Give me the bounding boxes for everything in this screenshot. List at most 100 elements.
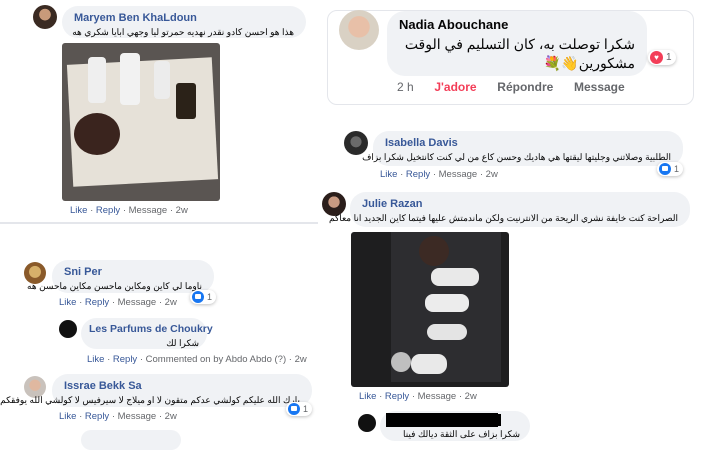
like-link[interactable]: Like bbox=[380, 169, 397, 180]
reaction-number: 1 bbox=[207, 292, 213, 302]
reaction-number: 1 bbox=[674, 164, 680, 174]
avatar[interactable] bbox=[339, 10, 379, 50]
comment-photo[interactable] bbox=[62, 43, 220, 201]
comment-actions: Like · Reply · Message · 2w bbox=[59, 297, 177, 308]
comment-text: الصراحة كنت خايفة نشري الريحة من الانترن… bbox=[328, 213, 678, 223]
message-link[interactable]: Message bbox=[574, 80, 625, 94]
separator: · bbox=[79, 411, 83, 422]
comment-time[interactable]: 2w bbox=[295, 354, 307, 365]
heart-icon: ♥ bbox=[650, 51, 663, 64]
reaction-number: 1 bbox=[303, 404, 309, 414]
photo-bottle bbox=[88, 57, 106, 103]
comment-actions: Like · Reply · Message · 2w bbox=[359, 391, 477, 402]
comment-actions: Like · Reply · Message · 2w bbox=[70, 205, 188, 216]
photo-jar bbox=[74, 113, 120, 155]
comment-time[interactable]: 2w bbox=[176, 205, 188, 216]
reply-link[interactable]: Reply bbox=[113, 354, 137, 365]
like-icon bbox=[659, 163, 671, 175]
reaction-count[interactable]: ♥ 1 bbox=[648, 50, 676, 65]
separator: · bbox=[458, 391, 463, 402]
comment-time[interactable]: 2w bbox=[165, 297, 177, 308]
separator: · bbox=[432, 169, 436, 180]
separator: · bbox=[79, 297, 83, 308]
comment-text: شكرا بزاف على الثقة ديالك فينا bbox=[402, 429, 520, 439]
comment-bubble-partial bbox=[81, 430, 181, 450]
reaction-count[interactable]: 1 bbox=[657, 162, 684, 176]
separator: · bbox=[288, 354, 292, 365]
comment-actions: Like · Reply · Commented on by Abdo Abdo… bbox=[87, 354, 307, 365]
message-link[interactable]: Message bbox=[118, 297, 157, 308]
reply-link[interactable]: Reply bbox=[385, 391, 409, 402]
separator: · bbox=[158, 297, 163, 308]
photo-cap bbox=[419, 236, 449, 266]
photo-bottle bbox=[120, 53, 140, 105]
comment-bubble: Maryem Ben KhaLdoun هذا هو احسن كادو نقد… bbox=[62, 6, 306, 38]
commenter-name[interactable]: Nadia Abouchane bbox=[399, 17, 635, 32]
reaction-count[interactable]: 1 bbox=[190, 290, 217, 304]
message-link[interactable]: Message bbox=[439, 169, 478, 180]
comment-bubble: شكرا بزاف على الثقة ديالك فينا bbox=[380, 411, 530, 441]
reply-link[interactable]: Reply bbox=[85, 411, 109, 422]
comment-text: ناوما لي كاين ومكاين ماحسن مكاين ماحسن ه… bbox=[27, 281, 202, 291]
separator: · bbox=[479, 169, 484, 180]
avatar[interactable] bbox=[358, 414, 376, 432]
commenter-name[interactable]: Isabella Davis bbox=[385, 137, 671, 149]
separator: · bbox=[411, 391, 415, 402]
commenter-name[interactable]: Julie Razan bbox=[362, 198, 678, 210]
message-link[interactable]: Message bbox=[118, 411, 157, 422]
separator: · bbox=[169, 205, 174, 216]
message-link[interactable]: Message bbox=[418, 391, 457, 402]
reaction-count[interactable]: 1 bbox=[286, 402, 313, 416]
comment-time[interactable]: 2w bbox=[486, 169, 498, 180]
comment-bubble: Julie Razan الصراحة كنت خايفة نشري الريح… bbox=[328, 192, 690, 227]
like-link[interactable]: Like bbox=[59, 297, 76, 308]
comment-actions: 2 h J'adore Répondre Message bbox=[397, 80, 625, 94]
separator: · bbox=[111, 411, 115, 422]
reaction-number: 1 bbox=[666, 52, 672, 63]
comment-text: مشكورين👋💐 bbox=[543, 55, 635, 71]
comment-time[interactable]: 2w bbox=[165, 411, 177, 422]
commenter-name[interactable]: Sni Per bbox=[64, 266, 202, 278]
comment-actions: Like · Reply · Message · 2w bbox=[380, 169, 498, 180]
photo-bottle bbox=[425, 294, 469, 312]
commenter-name[interactable]: Issrae Bekk Sa bbox=[64, 380, 300, 392]
separator: · bbox=[139, 354, 143, 365]
separator: · bbox=[90, 205, 94, 216]
photo-bottle bbox=[431, 268, 479, 286]
comment-text: هذا هو احسن كادو نقدر نهديه حمرتو ليا وج… bbox=[72, 27, 294, 37]
separator: · bbox=[107, 354, 111, 365]
commenter-name[interactable]: Les Parfums de Choukry bbox=[89, 323, 213, 335]
reply-link[interactable]: Reply bbox=[96, 205, 120, 216]
help-marker[interactable]: (?) bbox=[275, 354, 287, 365]
comment-text: شكرا توصلت به، كان التسليم في الوقت bbox=[404, 36, 635, 52]
comment-time[interactable]: 2w bbox=[465, 391, 477, 402]
comment-bubble: Les Parfums de Choukry شكرا لك bbox=[81, 318, 213, 349]
avatar[interactable] bbox=[33, 5, 57, 29]
photo-bottle bbox=[176, 83, 196, 119]
like-link[interactable]: Like bbox=[359, 391, 376, 402]
photo-cap bbox=[391, 352, 411, 372]
comment-photo[interactable] bbox=[351, 232, 509, 387]
comment-text: الطلبية وصلاتني وجليتها ليقتها هي هاديك … bbox=[362, 152, 671, 162]
like-link[interactable]: Like bbox=[70, 205, 87, 216]
reply-link[interactable]: Reply bbox=[85, 297, 109, 308]
avatar[interactable] bbox=[59, 320, 77, 338]
message-link[interactable]: Message bbox=[129, 205, 168, 216]
comment-bubble: Sni Per ناوما لي كاين ومكاين ماحسن مكاين… bbox=[27, 260, 214, 293]
like-link[interactable]: Like bbox=[87, 354, 104, 365]
like-icon bbox=[192, 291, 204, 303]
comment-bubble: Isabella Davis الطلبية وصلاتني وجليتها ل… bbox=[362, 131, 683, 166]
redacted-block bbox=[485, 414, 501, 426]
commenter-name[interactable]: Maryem Ben KhaLdoun bbox=[74, 12, 294, 24]
divider bbox=[0, 222, 318, 224]
comment-time[interactable]: 2 h bbox=[397, 80, 414, 94]
like-icon bbox=[288, 403, 300, 415]
adore-link[interactable]: J'adore bbox=[434, 80, 476, 94]
reply-link[interactable]: Répondre bbox=[497, 80, 553, 94]
like-link[interactable]: Like bbox=[59, 411, 76, 422]
reply-link[interactable]: Reply bbox=[406, 169, 430, 180]
photo-bottle bbox=[411, 354, 447, 374]
comment-text: شكرا لك bbox=[166, 338, 199, 348]
commented-on[interactable]: Commented on by Abdo Abdo bbox=[146, 354, 272, 365]
separator: · bbox=[122, 205, 126, 216]
